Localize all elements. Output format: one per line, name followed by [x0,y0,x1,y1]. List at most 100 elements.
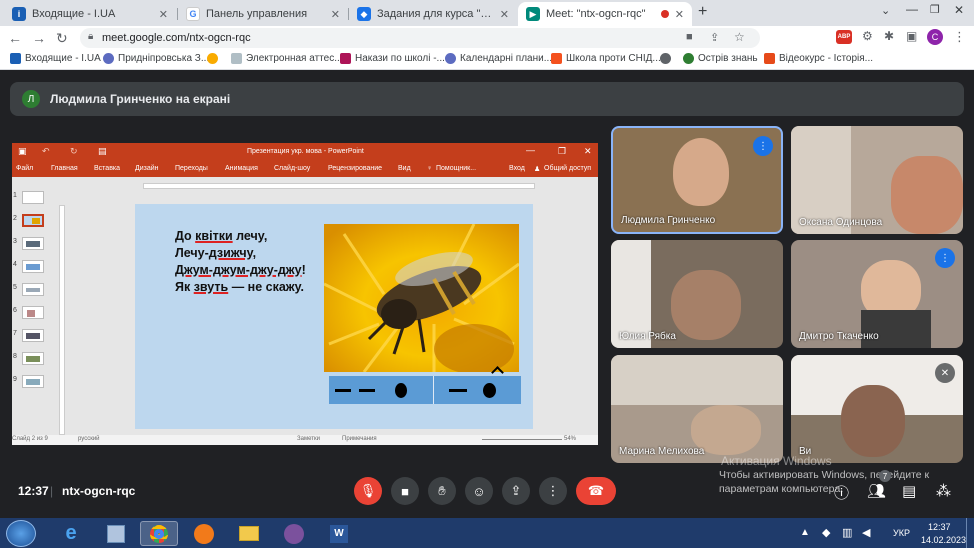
extensions-puzzle-icon[interactable]: ✱ [884,29,894,43]
participant-tile[interactable]: ⋮ Дмитро Ткаченко [791,240,963,348]
slide-thumb[interactable] [22,306,44,319]
chat-icon[interactable]: ▤ [902,482,916,500]
participant-tile[interactable]: Оксана Одинцова [791,126,963,234]
ribbon-tab-home[interactable]: Главная [51,165,78,172]
slide-thumb[interactable] [22,237,44,250]
notes-button[interactable]: Заметки [297,436,320,442]
close-icon[interactable]: ✕ [159,8,168,21]
tray-arrow-icon[interactable]: ▲ [800,527,810,538]
network-icon[interactable]: ▥ [842,526,852,539]
leave-call-button[interactable]: ☎︎ [576,477,616,505]
share-icon[interactable]: ⇪ [710,31,719,44]
tab-inbox[interactable]: i Входящие - I.UA ✕ [4,2,176,26]
clock-time[interactable]: 12:37 [928,522,951,532]
slide-thumb[interactable] [22,375,44,388]
word-taskbar-icon[interactable]: W [320,521,358,546]
people-icon[interactable]: 👥︎ [867,482,886,500]
ie-taskbar-icon[interactable]: e [52,521,90,546]
bookmark-item[interactable]: Входящие - I.UA [10,53,101,64]
new-tab-button[interactable]: + [698,3,707,21]
start-button[interactable] [6,520,36,547]
profile-avatar[interactable]: C [927,29,943,45]
mic-toggle-button[interactable]: 🎙︎ [354,477,382,505]
ribbon-tell-me[interactable]: Помощник... [436,165,476,172]
tab-meet[interactable]: ▶ Meet: "ntx-ogcn-rqc" ✕ [518,2,692,26]
comments-button[interactable]: Примечания [342,436,377,442]
volume-icon[interactable]: ◀ [862,526,870,539]
back-icon[interactable]: ← [8,30,22,46]
slide-thumb[interactable] [22,283,44,296]
participant-tile-self[interactable]: ✕ Ви [791,355,963,463]
participant-tile[interactable]: ⋮ Людмила Гринченко [611,126,783,234]
adblock-extension-icon[interactable]: ABP [836,30,852,44]
close-icon[interactable]: ✕ [675,8,684,21]
clock-date[interactable]: 14.02.2023 [921,535,966,545]
info-icon[interactable]: ⓘ [834,482,849,503]
keyboard-language[interactable]: УКР [893,528,910,538]
reactions-button[interactable]: ☺ [465,477,493,505]
minimize-button[interactable]: — [906,2,918,16]
slide-thumb-selected[interactable] [22,214,44,227]
viber-taskbar-icon[interactable] [275,521,313,546]
extension-gear-icon[interactable]: ⚙ [862,29,873,43]
camera-icon[interactable]: ■ [686,31,693,43]
more-options-button[interactable]: ⋮ [539,477,567,505]
bookmark-star-icon[interactable]: ☆ [734,30,745,44]
lock-icon[interactable]: 🔒︎ [88,31,93,42]
raise-hand-button[interactable]: ✋︎ [428,477,456,505]
menu-kebab-icon[interactable]: ⋮ [953,29,966,45]
maximize-button[interactable]: ❐ [930,3,940,16]
bookmark-item[interactable]: Школа проти СНІД... [551,53,661,64]
show-desktop-button[interactable] [966,518,974,548]
chrome-taskbar-icon[interactable] [140,521,178,546]
participant-tile[interactable]: Марина Мелихова [611,355,783,463]
tab-search-icon[interactable]: ⌄ [881,4,890,17]
ppt-minimize-button[interactable]: — [526,145,535,155]
ppt-close-button[interactable]: ✕ [584,146,592,157]
forward-icon[interactable]: → [32,30,46,46]
explorer-taskbar-icon[interactable] [230,521,268,546]
ribbon-signin[interactable]: Вход [509,165,525,172]
present-button[interactable]: ⇪ [502,477,530,505]
app-taskbar-icon[interactable] [97,521,135,546]
bookmark-item[interactable]: Придніпровська З... [103,53,209,64]
slideshow-icon[interactable]: ▤ [98,146,107,157]
ribbon-tab-slideshow[interactable]: Слайд-шоу [274,165,310,172]
ribbon-tab-view[interactable]: Вид [398,165,411,172]
ribbon-tab-design[interactable]: Дизайн [135,165,159,172]
slide-thumb[interactable] [22,352,44,365]
ribbon-tab-file[interactable]: Файл [16,165,33,172]
ribbon-tab-animation[interactable]: Анимация [225,165,258,172]
participant-tile[interactable]: Юлия Рябка [611,240,783,348]
tab-control-panel[interactable]: G Панель управления ✕ [178,2,348,26]
bookmark-item[interactable] [207,53,222,64]
close-icon[interactable]: ✕ [331,8,340,21]
ppt-maximize-button[interactable]: ❐ [558,146,566,157]
undo-icon[interactable]: ↶ [42,146,50,157]
bookmark-item[interactable] [660,53,675,64]
tab-course-tasks[interactable]: ◆ Задания для курса "Культура до ✕ [349,2,517,26]
bookmark-item[interactable]: Электронная аттес... [231,53,343,64]
activities-icon[interactable]: ⁂ [936,482,951,500]
avast-taskbar-icon[interactable] [185,521,223,546]
bookmark-item[interactable]: Відеокурс - Історія... [764,53,873,64]
close-icon[interactable]: ✕ [500,8,509,21]
camera-toggle-button[interactable]: ■ [391,477,419,505]
bookmark-item[interactable]: Календарні плани... [445,53,552,64]
ribbon-tab-transitions[interactable]: Переходы [175,165,208,172]
window-close-button[interactable]: ✕ [954,3,964,17]
tray-app-icon[interactable]: ◆ [822,526,830,539]
reload-icon[interactable]: ↻ [56,30,68,46]
zoom-slider[interactable] [482,439,562,440]
ribbon-tab-review[interactable]: Рецензирование [328,165,382,172]
slide-thumb[interactable] [22,191,44,204]
bookmark-item[interactable]: Накази по школі -... [340,53,445,64]
slide-thumb[interactable] [22,329,44,342]
redo-icon[interactable]: ↻ [70,146,78,157]
save-icon[interactable]: ▣ [18,146,27,157]
bookmark-item[interactable]: Острів знань [683,53,758,64]
ribbon-tab-insert[interactable]: Вставка [94,165,120,172]
ribbon-share[interactable]: Общий доступ [544,165,591,172]
slide-thumb[interactable] [22,260,44,273]
address-bar[interactable]: 🔒︎ meet.google.com/ntx-ogcn-rqc ■ ⇪ ☆ [80,28,760,48]
